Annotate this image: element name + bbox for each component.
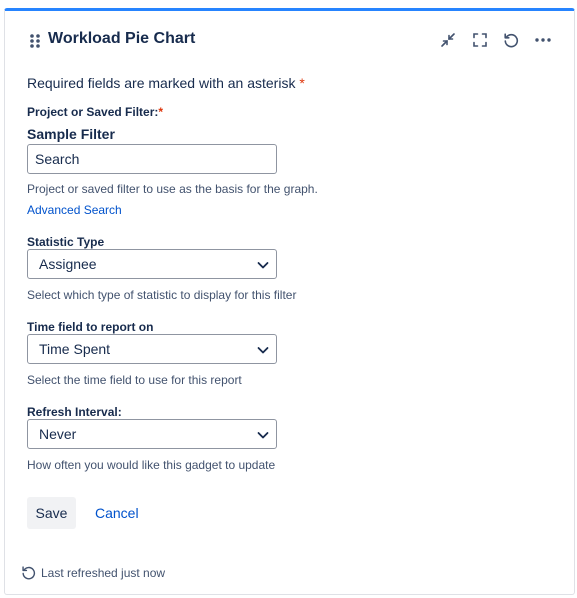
chevron-down-icon <box>256 343 270 357</box>
fullscreen-icon <box>472 32 488 48</box>
statistic-type-help: Select which type of statistic to displa… <box>27 288 297 302</box>
gadget-panel: Workload Pie Chart Required fields are m… <box>4 8 575 595</box>
required-fields-note: Required fields are marked with an aster… <box>27 75 305 91</box>
save-button[interactable]: Save <box>27 497 76 529</box>
project-filter-help: Project or saved filter to use as the ba… <box>27 182 318 196</box>
time-field-value: Time Spent <box>39 341 111 357</box>
last-refreshed-text: Last refreshed just now <box>41 565 166 580</box>
refresh-interval-help: How often you would like this gadget to … <box>27 458 276 472</box>
time-field-label: Time field to report on <box>27 320 154 334</box>
refresh-button[interactable] <box>500 29 522 51</box>
refresh-interval-select[interactable]: Never <box>27 419 277 449</box>
last-refreshed-status: Last refreshed just now <box>21 565 165 580</box>
refresh-icon <box>503 32 519 48</box>
advanced-search-link[interactable]: Advanced Search <box>27 203 122 217</box>
statistic-type-value: Assignee <box>39 256 97 272</box>
minimize-button[interactable] <box>437 29 459 51</box>
more-icon <box>534 37 552 43</box>
drag-handle-icon[interactable] <box>29 33 41 49</box>
project-filter-required-asterisk: * <box>158 105 164 119</box>
refresh-interval-label: Refresh Interval: <box>27 405 122 419</box>
gadget-header: Workload Pie Chart <box>5 11 574 71</box>
time-field-help: Select the time field to use for this re… <box>27 373 242 387</box>
required-note-text: Required fields are marked with an aster… <box>27 75 296 91</box>
refresh-interval-value: Never <box>39 426 77 442</box>
time-field-select[interactable]: Time Spent <box>27 334 277 364</box>
statistic-type-label: Statistic Type <box>27 235 105 249</box>
required-asterisk: * <box>299 75 305 91</box>
gadget-title: Workload Pie Chart <box>48 30 196 47</box>
project-filter-label: Project or Saved Filter:* <box>27 105 163 119</box>
chevron-down-icon <box>256 258 270 272</box>
project-filter-label-text: Project or Saved Filter: <box>27 105 159 119</box>
refresh-history-icon <box>21 565 36 580</box>
selected-filter-name: Sample Filter <box>27 126 115 142</box>
cancel-button[interactable]: Cancel <box>87 497 147 529</box>
minimize-icon <box>440 32 456 48</box>
chevron-down-icon <box>256 428 270 442</box>
statistic-type-select[interactable]: Assignee <box>27 249 277 279</box>
fullscreen-button[interactable] <box>469 29 491 51</box>
filter-search-input[interactable] <box>27 144 277 174</box>
more-actions-button[interactable] <box>532 29 554 51</box>
